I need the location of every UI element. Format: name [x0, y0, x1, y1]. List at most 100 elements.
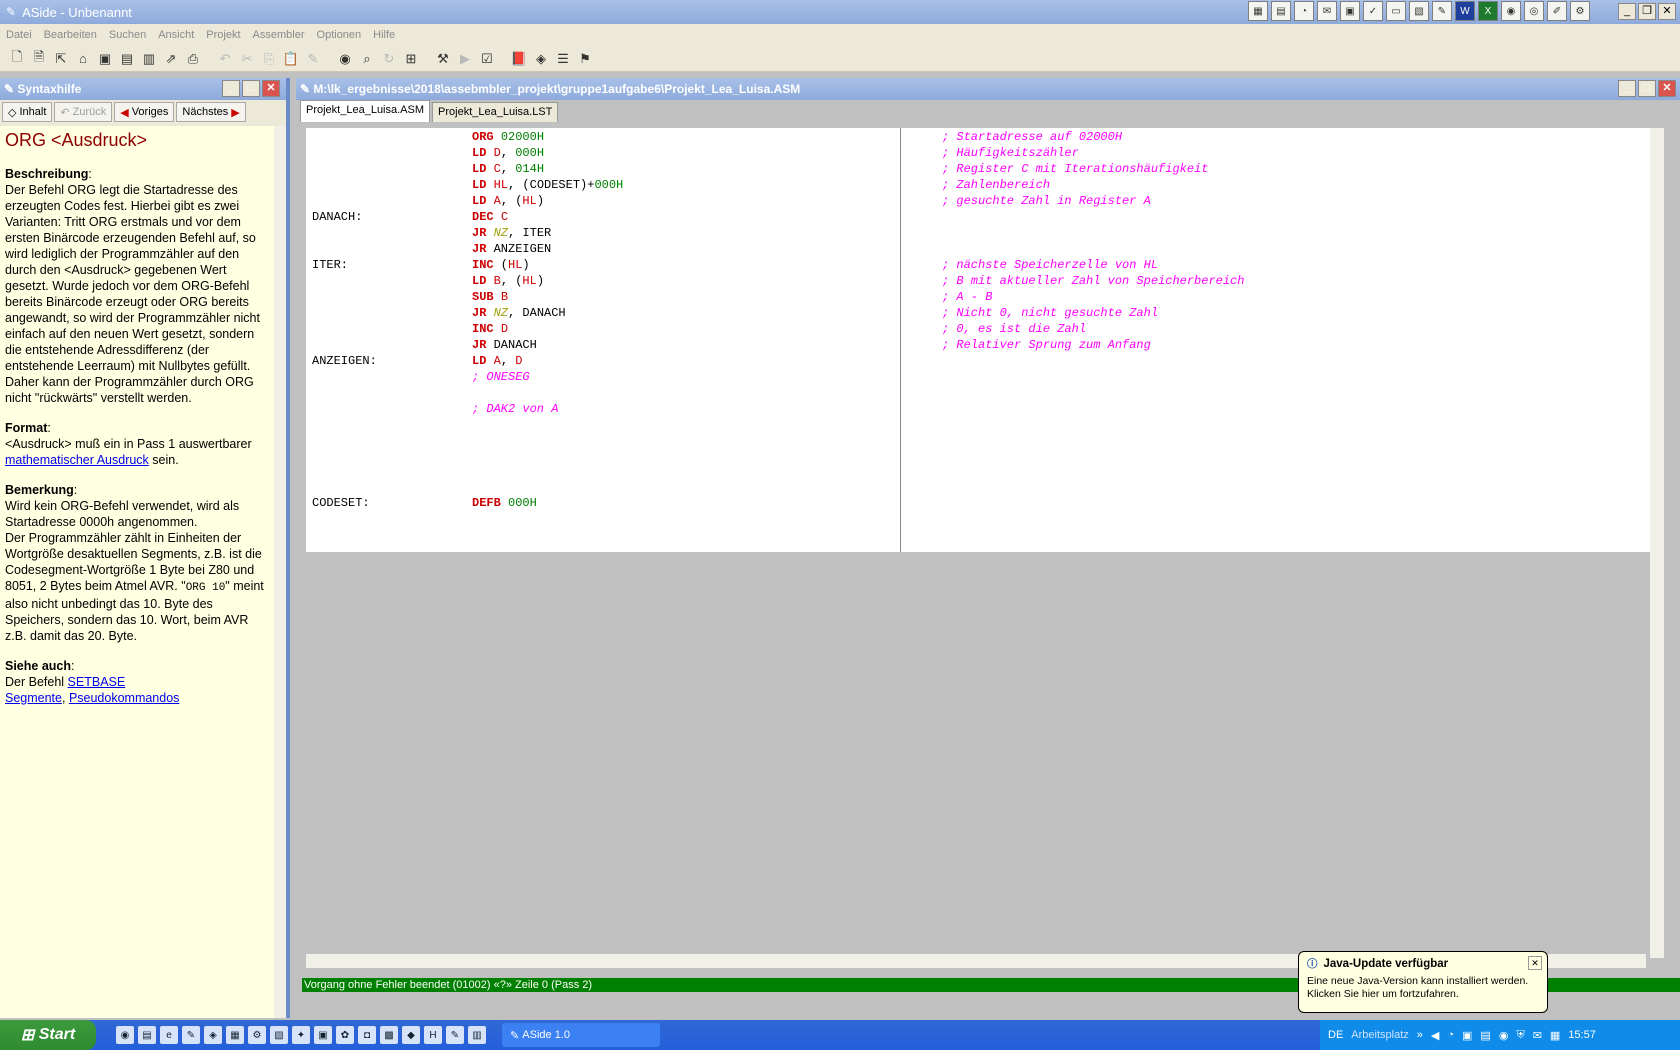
tray-app-icon[interactable]: ▭ [1386, 1, 1406, 21]
editor-close-button[interactable]: ✕ [1658, 80, 1676, 97]
view-icon[interactable]: ◉ [334, 49, 356, 69]
tray-app-icon[interactable]: ◉ [1501, 1, 1521, 21]
find-next-icon[interactable]: ↻ [378, 49, 400, 69]
save-all-icon[interactable]: ▥ [138, 49, 160, 69]
menu-assembler[interactable]: Assembler [253, 29, 305, 41]
back-button[interactable]: ↶ Zurück [54, 102, 113, 122]
tray-icon[interactable]: ▣ [1462, 1029, 1472, 1042]
menu-suchen[interactable]: Suchen [109, 29, 146, 41]
tray-icon[interactable]: ▤ [1480, 1029, 1490, 1042]
undo-icon[interactable]: ↶ [214, 49, 236, 69]
help-minimize-button[interactable]: _ [222, 80, 240, 97]
ie-icon[interactable]: e [160, 1026, 178, 1044]
cut-icon[interactable]: ✂ [236, 49, 258, 69]
quicklaunch-icon[interactable]: ◆ [402, 1026, 420, 1044]
help-icon[interactable]: ◈ [530, 49, 552, 69]
context-help-icon[interactable]: ⚑ [574, 49, 596, 69]
quicklaunch-icon[interactable]: ◘ [358, 1026, 376, 1044]
help-scrollbar[interactable] [274, 126, 286, 1018]
contents-button[interactable]: ◇ Inhalt [2, 102, 53, 122]
math-expression-link[interactable]: mathematischer Ausdruck [5, 453, 149, 467]
find-icon[interactable]: ⌕ [356, 49, 378, 69]
quicklaunch-icon[interactable]: H [424, 1026, 442, 1044]
tray-app-icon[interactable]: ✉ [1317, 1, 1337, 21]
excel-icon[interactable]: X [1478, 1, 1498, 21]
export-icon[interactable]: ⇗ [160, 49, 182, 69]
save-project-icon[interactable]: ▤ [116, 49, 138, 69]
quicklaunch-icon[interactable]: ▦ [226, 1026, 244, 1044]
help-maximize-button[interactable]: □ [242, 80, 260, 97]
tray-app-icon[interactable]: ◔ [1294, 1, 1314, 21]
save-icon[interactable]: ▣ [94, 49, 116, 69]
taskbar-aside-button[interactable]: ✎ ASide 1.0 [502, 1023, 660, 1047]
edit-icon[interactable]: ✎ [302, 49, 324, 69]
tray-app-icon[interactable]: ▧ [1409, 1, 1429, 21]
tray-app-icon[interactable]: ▣ [1340, 1, 1360, 21]
close-button[interactable]: ✕ [1658, 3, 1676, 20]
quicklaunch-icon[interactable]: ▤ [138, 1026, 156, 1044]
workspace-label[interactable]: Arbeitsplatz [1351, 1029, 1408, 1041]
help-book-icon[interactable]: 📕 [508, 49, 530, 69]
new-doc-icon[interactable]: 🗎 [28, 49, 50, 69]
editor-maximize-button[interactable]: □ [1638, 80, 1656, 97]
menu-bearbeiten[interactable]: Bearbeiten [44, 29, 97, 41]
menu-hilfe[interactable]: Hilfe [373, 29, 395, 41]
pseudokommandos-link[interactable]: Pseudokommandos [69, 691, 179, 705]
tray-icon[interactable]: ▦ [1550, 1029, 1560, 1042]
tray-app-icon[interactable]: ✎ [1432, 1, 1452, 21]
quicklaunch-icon[interactable]: ▧ [270, 1026, 288, 1044]
editor-vertical-scrollbar[interactable] [1650, 128, 1664, 958]
java-update-balloon[interactable]: ⓘ Java-Update verfügbar Eine neue Java-Ve… [1298, 951, 1548, 1013]
tray-app-icon[interactable]: ▦ [1248, 1, 1268, 21]
quicklaunch-icon[interactable]: ▩ [380, 1026, 398, 1044]
start-button[interactable]: ⊞ Start [0, 1020, 96, 1050]
tray-app-icon[interactable]: ⚙ [1570, 1, 1590, 21]
quicklaunch-icon[interactable]: ▥ [468, 1026, 486, 1044]
open-icon[interactable]: ⇱ [50, 49, 72, 69]
language-indicator[interactable]: DE [1328, 1029, 1343, 1041]
quicklaunch-icon[interactable]: ◈ [204, 1026, 222, 1044]
restore-button[interactable]: ❐ [1638, 3, 1656, 20]
menu-projekt[interactable]: Projekt [206, 29, 240, 41]
copy-icon[interactable]: ⎘ [258, 49, 280, 69]
tray-icon[interactable]: ◔ [1447, 1029, 1454, 1041]
print-icon[interactable]: ⎙ [182, 49, 204, 69]
quicklaunch-icon[interactable]: ✦ [292, 1026, 310, 1044]
quicklaunch-icon[interactable]: ◉ [116, 1026, 134, 1044]
expand-icon[interactable]: » [1417, 1029, 1423, 1041]
balloon-close-icon[interactable]: ✕ [1528, 956, 1542, 970]
tray-app-icon[interactable]: ✓ [1363, 1, 1383, 21]
code-editor[interactable]: ORG 02000H ; Startadresse auf 02000H LD D… [306, 128, 1660, 552]
paste-icon[interactable]: 📋 [280, 49, 302, 69]
help-close-button[interactable]: ✕ [262, 80, 280, 97]
next-button[interactable]: Nächstes ▶ [176, 102, 246, 122]
word-icon[interactable]: W [1455, 1, 1475, 21]
quicklaunch-icon[interactable]: ▣ [314, 1026, 332, 1044]
run-icon[interactable]: ▶ [454, 49, 476, 69]
menu-datei[interactable]: Datei [6, 29, 32, 41]
setbase-link[interactable]: SETBASE [68, 675, 126, 689]
tab-lst[interactable]: Projekt_Lea_Luisa.LST [432, 102, 559, 122]
menu-optionen[interactable]: Optionen [317, 29, 362, 41]
segmente-link[interactable]: Segmente [5, 691, 62, 705]
check-icon[interactable]: ☑ [476, 49, 498, 69]
assemble-icon[interactable]: ⚒ [432, 49, 454, 69]
syntax-help-icon[interactable]: ☰ [552, 49, 574, 69]
tray-app-icon[interactable]: ▤ [1271, 1, 1291, 21]
new-file-icon[interactable]: 🗋 [6, 49, 28, 69]
prev-button[interactable]: ◀ Voriges [114, 102, 175, 122]
goto-icon[interactable]: ⊞ [400, 49, 422, 69]
editor-minimize-button[interactable]: _ [1618, 80, 1636, 97]
tray-icon[interactable]: ◉ [1499, 1029, 1509, 1042]
tray-icon[interactable]: ◀ [1431, 1029, 1439, 1042]
tray-app-icon[interactable]: ✐ [1547, 1, 1567, 21]
tray-app-icon[interactable]: ◎ [1524, 1, 1544, 21]
quicklaunch-icon[interactable]: ✎ [182, 1026, 200, 1044]
tab-asm[interactable]: Projekt_Lea_Luisa.ASM [300, 100, 431, 122]
clock[interactable]: 15:57 [1568, 1029, 1596, 1041]
quicklaunch-icon[interactable]: ⚙ [248, 1026, 266, 1044]
minimize-button[interactable]: _ [1618, 3, 1636, 20]
quicklaunch-icon[interactable]: ✿ [336, 1026, 354, 1044]
menu-ansicht[interactable]: Ansicht [158, 29, 194, 41]
quicklaunch-icon[interactable]: ✎ [446, 1026, 464, 1044]
